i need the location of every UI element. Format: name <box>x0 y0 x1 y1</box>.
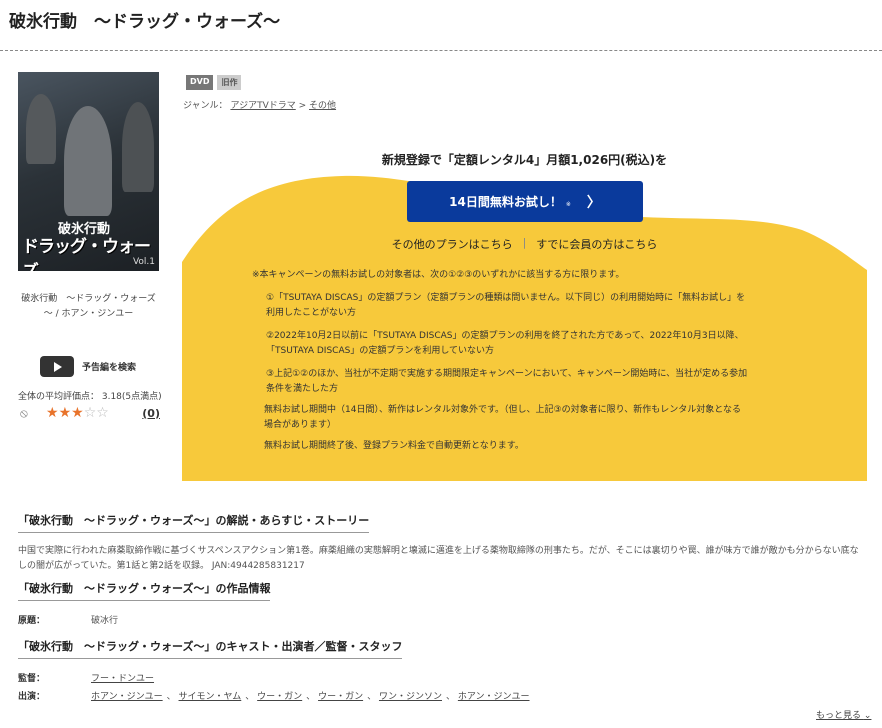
info-section-heading: 「破氷行動 ～ドラッグ・ウォーズ～」の作品情報 <box>18 580 271 601</box>
notes-item-1-line2: 利用したことがない方 <box>266 308 357 318</box>
plan-links-separator: | <box>522 236 527 249</box>
notes-auto-renew: 無料お試し期間終了後、登録プラン料金で自動更新となります。 <box>264 439 812 454</box>
breadcrumb-separator: > <box>298 101 307 111</box>
dvd-badge: DVD <box>186 75 214 90</box>
original-title-value: 破冰行 <box>91 616 119 626</box>
story-line1: 中国で実際に行われた麻薬取締作戦に基づくサスペンスアクション第1巻。麻薬組織の実… <box>18 546 859 556</box>
cast-comma: 、 <box>367 692 377 702</box>
cast-link[interactable]: ワン・ジンソン <box>379 692 442 702</box>
cast-comma: 、 <box>166 692 176 702</box>
trailer-search-button[interactable]: 予告編を検索 <box>40 356 136 377</box>
cover-caption-line2: ～ / ホアン・ジンユー <box>43 309 134 319</box>
genre-label: ジャンル： <box>183 101 228 111</box>
notes-trial-line2: 場合があります） <box>264 420 337 430</box>
story-line2: しの闇が広がっていた。第1話と第2話を収録。 JAN:4944285831217 <box>18 561 305 571</box>
story-section-heading: 「破氷行動 ～ドラッグ・ウォーズ～」の解説・あらすじ・ストーリー <box>18 512 370 533</box>
show-more-label: もっと見る <box>816 711 862 721</box>
cover-volume: Vol.1 <box>132 257 155 267</box>
cast-comma: 、 <box>245 692 255 702</box>
cover-caption-line1: 破氷行動 ～ドラッグ・ウォーズ <box>21 294 156 304</box>
notes-item-1: ①「TSUTAYA DISCAS」の定額プラン（定額プランの種類は問いません。以… <box>266 291 812 321</box>
notes-item-2-line1: ②2022年10月2日以前に「TSUTAYA DISCAS」の定額プランの利用を… <box>266 331 744 341</box>
cast-comma: 、 <box>306 692 316 702</box>
cover-figure-center <box>64 106 112 216</box>
member-login-link[interactable]: すでに会員の方はこちら <box>536 236 657 252</box>
notes-trial-line1: 無料お試し期間中（14日間）、新作はレンタル対象外です。（但し、上記③の対象者に… <box>264 405 741 415</box>
notes-intro: ※本キャンペーンの無料お試しの対象者は、次の①②③のいずれかに該当する方に限りま… <box>252 270 625 280</box>
star-filled-icon: ★ <box>46 405 59 421</box>
notes-auto-renew-text: 無料お試し期間終了後、登録プラン料金で自動更新となります。 <box>264 441 524 451</box>
format-badges: DVD 旧作 <box>186 75 242 90</box>
notes-item-3: ③上記①②のほか、当社が不定期で実施する期間限定キャンペーンにおいて、キャンペー… <box>266 367 812 397</box>
star-filled-icon: ★ <box>58 405 72 421</box>
notes-item-2: ②2022年10月2日以前に「TSUTAYA DISCAS」の定額プランの利用を… <box>266 329 812 359</box>
genre-link-asia-tv-drama[interactable]: アジアTVドラマ <box>230 101 295 111</box>
play-icon <box>40 356 74 377</box>
cast-row: 出演： ホアン・ジンユー、 サイモン・ヤム、 ウー・ガン、 ウー・ガン、 ワン・… <box>18 689 534 702</box>
old-release-badge: 旧作 <box>217 75 242 90</box>
show-more-link[interactable]: もっと見る ⌄ <box>816 708 871 721</box>
cast-link[interactable]: ホアン・ジンユー <box>458 692 530 702</box>
cast-list: ホアン・ジンユー、 サイモン・ヤム、 ウー・ガン、 ウー・ガン、 ワン・ジンソン… <box>91 689 534 702</box>
notes-item-3-line2: 条件を満たした方 <box>266 384 339 394</box>
trailer-label: 予告編を検索 <box>82 363 137 373</box>
review-count-link[interactable]: (0) <box>142 407 160 420</box>
notes-item-1-line1: ①「TSUTAYA DISCAS」の定額プラン（定額プランの種類は問いません。以… <box>266 293 746 303</box>
director-label: 監督： <box>18 674 46 684</box>
director-link[interactable]: フー・ドンユー <box>91 671 154 684</box>
original-title-label: 原題： <box>18 616 46 626</box>
rating-row: ⦸ ★★★☆☆ (0) <box>20 405 160 421</box>
star-filled-icon: ★ <box>71 405 84 421</box>
star-empty-icon: ☆ <box>83 405 97 421</box>
plan-links: その他のプランはこちら | すでに会員の方はこちら <box>182 236 867 252</box>
star-empty-icon: ☆ <box>96 405 109 421</box>
cast-section-heading: 「破氷行動 ～ドラッグ・ウォーズ～」のキャスト・出演者／監督・スタッフ <box>18 638 403 659</box>
notes-trial-period: 無料お試し期間中（14日間）、新作はレンタル対象外です。（但し、上記③の対象者に… <box>264 403 812 433</box>
other-plans-link[interactable]: その他のプランはこちら <box>392 236 513 252</box>
cover-caption: 破氷行動 ～ドラッグ・ウォーズ ～ / ホアン・ジンユー <box>18 292 159 322</box>
free-trial-button[interactable]: 14日間無料お試し！ ※ 〉 <box>407 181 643 222</box>
cast-comma: 、 <box>445 692 455 702</box>
story-text: 中国で実際に行われた麻薬取締作戦に基づくサスペンスアクション第1巻。麻薬組織の実… <box>18 544 866 574</box>
free-trial-note-mark: ※ <box>565 201 571 208</box>
genre-breadcrumb: ジャンル： アジアTVドラマ > その他 <box>183 98 336 111</box>
original-title-row: 原題： 破冰行 <box>18 613 118 626</box>
notes-item-3-line1: ③上記①②のほか、当社が不定期で実施する期間限定キャンペーンにおいて、キャンペー… <box>266 369 748 379</box>
page-title: 破氷行動 ～ドラッグ・ウォーズ～ <box>9 12 281 32</box>
no-entry-icon[interactable]: ⦸ <box>20 406 46 421</box>
chevron-right-icon: 〉 <box>586 194 601 211</box>
notes-item-2-line2: 「TSUTAYA DISCAS」の定額プランを利用していない方 <box>266 346 495 356</box>
average-rating-text: 全体の平均評価点： 3.18(5点満点) <box>18 392 162 402</box>
promo-headline: 新規登録で「定額レンタル4」月額1,026円(税込)を <box>381 153 668 167</box>
cover-image[interactable]: 破氷行動 ドラッグ・ウォーズ Vol.1 <box>18 72 159 271</box>
cover-figure-left <box>26 94 56 164</box>
cast-link[interactable]: ウー・ガン <box>318 692 363 702</box>
director-row: 監督： フー・ドンユー <box>18 671 154 684</box>
star-rating: ★★★☆☆ <box>46 405 109 421</box>
campaign-notes: ※本キャンペーンの無料お試しの対象者は、次の①②③のいずれかに該当する方に限りま… <box>252 268 812 454</box>
chevron-down-icon: ⌄ <box>863 711 872 721</box>
cast-link[interactable]: ウー・ガン <box>257 692 302 702</box>
genre-link-other[interactable]: その他 <box>309 101 336 111</box>
cast-label: 出演： <box>18 692 46 702</box>
cast-link[interactable]: ホアン・ジンユー <box>91 692 163 702</box>
title-divider <box>0 50 882 51</box>
cover-figure-right <box>122 102 154 192</box>
free-trial-label: 14日間無料お試し！ <box>449 195 562 209</box>
cast-link[interactable]: サイモン・ヤム <box>179 692 242 702</box>
